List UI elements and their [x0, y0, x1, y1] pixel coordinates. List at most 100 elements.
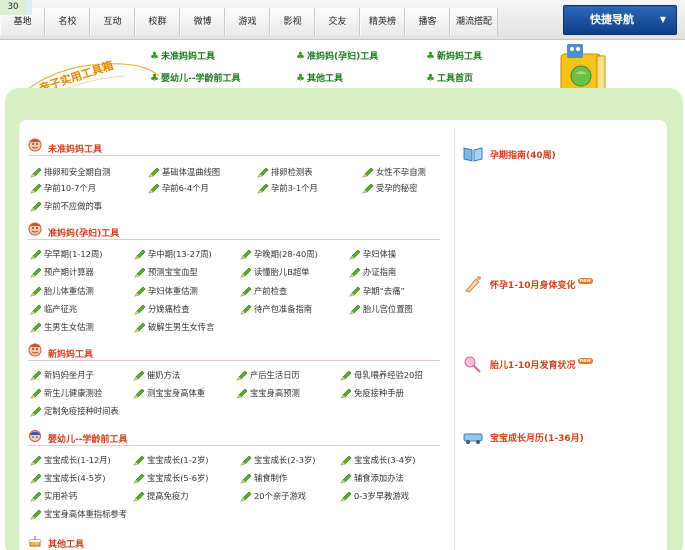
nav-item-2[interactable]: 互动: [90, 8, 135, 36]
nav-item-7[interactable]: 交友: [315, 8, 360, 36]
tool-link[interactable]: 宝宝身高体重指标参考: [30, 508, 127, 522]
header-link-home[interactable]: ♣ 工具首页: [426, 71, 473, 84]
tool-link-label: 催奶方法: [147, 370, 181, 380]
tool-link[interactable]: 母乳喂养经验20招: [340, 369, 423, 383]
tool-link[interactable]: 胎儿宫位置图: [349, 303, 413, 317]
tool-link[interactable]: 产前检查: [240, 285, 287, 299]
tool-link[interactable]: 宝宝成长(5-6岁): [133, 472, 209, 486]
pencil-icon: [30, 370, 42, 381]
tool-link[interactable]: 生男生女估测: [30, 321, 94, 335]
sidebar-title[interactable]: 宝宝成长月历(1-36月): [490, 431, 584, 444]
pencil-icon: [133, 455, 145, 466]
section-1: 准妈妈(孕妇)工具: [28, 222, 440, 240]
header-link-pre-pregnancy[interactable]: ♣ 未准妈妈工具: [150, 49, 215, 62]
pencil-icon: [240, 304, 252, 315]
tool-link-label: 新妈妈坐月子: [44, 370, 94, 380]
undefined[interactable]: 30: [0, 0, 26, 15]
tool-link[interactable]: 排卵和安全期自测: [30, 166, 110, 180]
sidebar-title[interactable]: 胎儿1-10月发育状况 new: [490, 358, 594, 371]
header-link-toddler[interactable]: ♣ 婴幼儿--学龄前工具: [150, 71, 240, 84]
nav-item-9[interactable]: 播客: [405, 8, 450, 36]
tool-link-label: 提高免疫力: [147, 491, 189, 501]
tool-link[interactable]: 宝宝成长(1-2岁): [133, 454, 209, 468]
tool-link[interactable]: 孕中期(13-27周): [134, 248, 212, 262]
tool-link[interactable]: 孕晚期(28-40周): [240, 248, 318, 262]
tool-link[interactable]: 0-3岁早教游戏: [340, 490, 409, 504]
pencil-icon: [30, 304, 42, 315]
tool-link[interactable]: 新生儿健康测验: [30, 387, 102, 401]
tool-link[interactable]: 排卵检测表: [257, 166, 313, 180]
tool-link[interactable]: 宝宝成长(1-12月): [30, 454, 111, 468]
tool-link[interactable]: 孕前不应做的事: [30, 200, 102, 214]
tool-link-label: 宝宝成长(1-2岁): [147, 455, 209, 465]
tool-link[interactable]: 孕前6-4个月: [148, 182, 209, 196]
pencil-icon: [236, 388, 248, 399]
tool-link[interactable]: 提高免疫力: [133, 490, 189, 504]
tool-link-label: 破解生男生女传言: [148, 322, 215, 332]
pencil-icon: [133, 388, 145, 399]
pencil-icon: [257, 167, 269, 178]
cake-icon: [28, 533, 42, 547]
tool-link-label: 孕妇体重估测: [148, 286, 198, 296]
tool-link[interactable]: 待产包准备指南: [240, 303, 312, 317]
tool-link[interactable]: 孕前3-1个月: [257, 182, 318, 196]
tool-link[interactable]: 20个亲子游戏: [240, 490, 306, 504]
new-badge: new: [577, 278, 594, 284]
tool-link-label: 孕前3-1个月: [271, 183, 318, 193]
pencil-icon: [349, 286, 361, 297]
baby-cap-icon: [28, 428, 42, 442]
sidebar-section-header: 孕期指南(40周): [462, 145, 662, 163]
sidebar-title[interactable]: 怀孕1-10月身体变化 new: [490, 278, 594, 291]
tool-link[interactable]: 分娩痛检查: [134, 303, 190, 317]
tool-link[interactable]: 孕前10-7个月: [30, 182, 96, 196]
tool-link[interactable]: 催奶方法: [133, 369, 180, 383]
nav-item-4[interactable]: 微博: [180, 8, 225, 36]
tool-link-label: 孕早期(1-12周): [44, 249, 103, 259]
tool-link-label: 预产期计算器: [44, 267, 94, 277]
nav-item-6[interactable]: 影视: [270, 8, 315, 36]
nav-item-8[interactable]: 精英榜: [360, 8, 405, 36]
header-link-pregnancy[interactable]: ♣ 准妈妈(孕妇)工具: [296, 49, 378, 62]
tool-link[interactable]: 宝宝成长(2-3岁): [240, 454, 316, 468]
header-link-new-mom[interactable]: ♣ 新妈妈工具: [426, 49, 482, 62]
pencil-icon: [30, 509, 42, 520]
nav-item-3[interactable]: 校群: [135, 8, 180, 36]
tool-link[interactable]: 宝宝成长(3-4岁): [340, 454, 416, 468]
nav-item-10[interactable]: 潮流搭配: [450, 8, 498, 36]
tool-link[interactable]: 免疫接种手册: [340, 387, 404, 401]
sprout-icon: ♣: [150, 51, 159, 62]
tool-link[interactable]: 测宝宝身高体重: [133, 387, 205, 401]
tool-link[interactable]: 孕期“去痛”: [349, 285, 405, 299]
quick-nav-button[interactable]: 快捷导航 ▼: [563, 5, 677, 35]
nav-item-1[interactable]: 名校: [45, 8, 90, 36]
tool-link-label: 孕妇体操: [363, 249, 397, 259]
header-link-other[interactable]: ♣ 其他工具: [296, 71, 343, 84]
tool-link[interactable]: 新妈妈坐月子: [30, 369, 94, 383]
tool-link[interactable]: 宝宝身高预测: [236, 387, 300, 401]
tool-link[interactable]: 辅食制作: [240, 472, 287, 486]
pencil-icon: [240, 491, 252, 502]
tool-link[interactable]: 孕妇体操: [349, 248, 396, 262]
tool-link[interactable]: 预测宝宝血型: [134, 266, 198, 280]
tool-link[interactable]: 读懂胎儿B超单: [240, 266, 309, 280]
tool-link[interactable]: 基础体温曲线图: [148, 166, 220, 180]
tool-link[interactable]: 实用补钙: [30, 490, 77, 504]
tool-link[interactable]: 受孕的秘密: [362, 182, 418, 196]
nav-item-5[interactable]: 游戏: [225, 8, 270, 36]
tool-link[interactable]: 临产征兆: [30, 303, 77, 317]
tool-link[interactable]: 女性不孕自测: [362, 166, 426, 180]
sidebar-title[interactable]: 孕期指南(40周): [490, 148, 556, 161]
tool-link[interactable]: 孕妇体重估测: [134, 285, 198, 299]
tool-link[interactable]: 预产期计算器: [30, 266, 94, 280]
tool-link[interactable]: 产后生活日历: [236, 369, 300, 383]
tool-link-label: 临产征兆: [44, 304, 78, 314]
tool-link[interactable]: 宝宝成长(4-5岁): [30, 472, 106, 486]
tool-link[interactable]: 办证指南: [349, 266, 396, 280]
tool-link[interactable]: 破解生男生女传言: [134, 321, 214, 335]
sprout-icon: ♣: [296, 73, 305, 84]
tool-link[interactable]: 辅食添加办法: [340, 472, 404, 486]
tool-link[interactable]: 胎儿体重估测: [30, 285, 94, 299]
section-2: 新妈妈工具: [28, 343, 440, 361]
tool-link[interactable]: 孕早期(1-12周): [30, 248, 103, 262]
tool-link[interactable]: 定制免疫接种时间表: [30, 405, 119, 419]
